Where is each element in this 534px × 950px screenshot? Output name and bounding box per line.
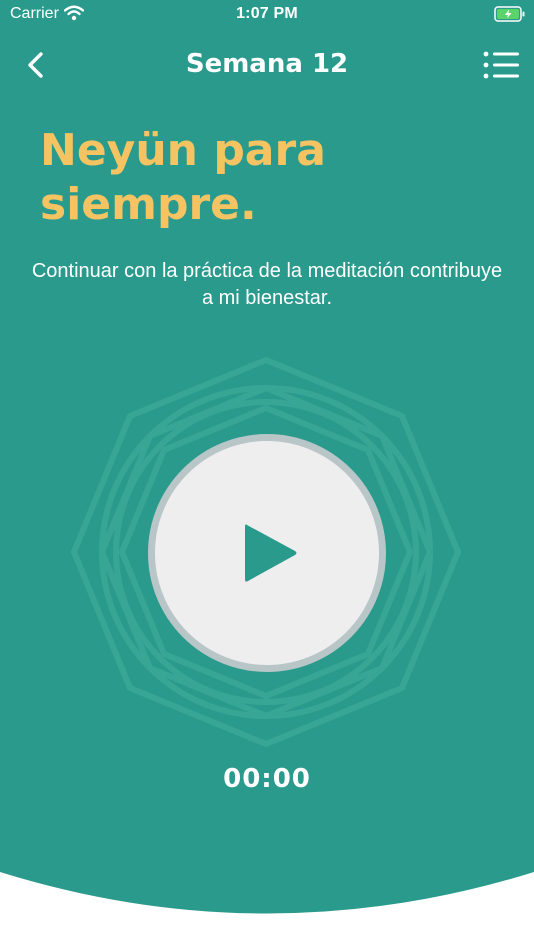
battery-charging-icon [494, 6, 525, 22]
subtitle: Continuar con la práctica de la meditaci… [31, 260, 503, 309]
chevron-left-icon[interactable] [20, 48, 54, 82]
status-time: 1:07 PM [236, 5, 298, 22]
navigation-bar: Semana 12 [0, 40, 534, 88]
headline: Neyün para siempre. [40, 125, 326, 230]
page-title: Semana 12 [185, 49, 349, 79]
play-icon [245, 524, 297, 582]
meditation-screen: Carrier 1:07 PM Semana 12 Neyün para sie… [0, 0, 534, 950]
timer-display: 00:00 [223, 764, 311, 794]
status-bar: Carrier 1:07 PM [0, 0, 534, 28]
play-button[interactable] [148, 434, 386, 672]
list-icon[interactable] [482, 50, 522, 80]
